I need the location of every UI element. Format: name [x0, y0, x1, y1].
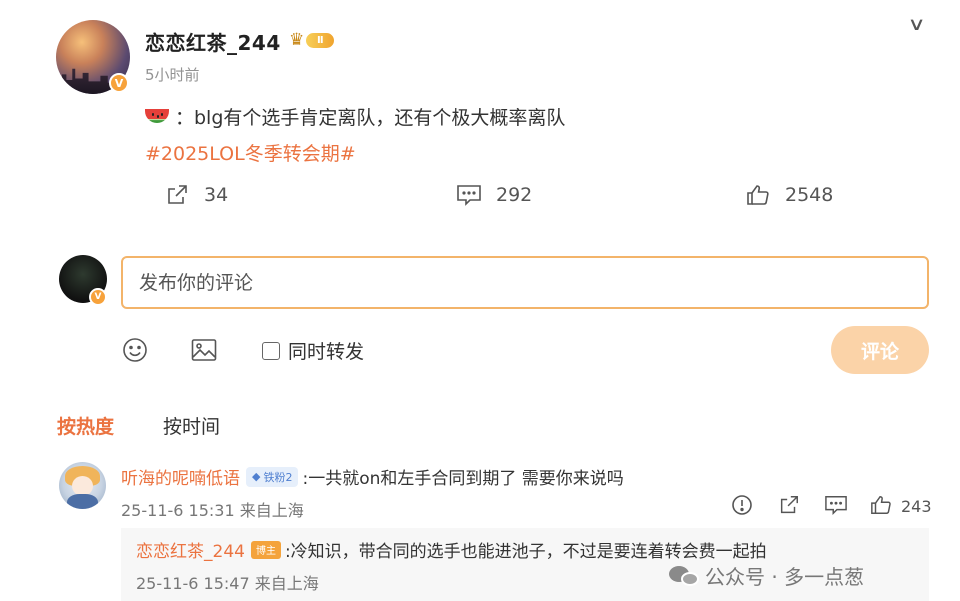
post-time: 5小时前 [145, 66, 200, 84]
comment-input[interactable] [121, 256, 929, 309]
post-text: ：blg有个选手肯定离队，还有个极大概率离队 [175, 107, 566, 129]
reply-author-name[interactable]: 恋恋红茶_244 [136, 537, 245, 562]
author-name[interactable]: 恋恋红茶_244 [145, 27, 281, 56]
reply-meta: 25-11-6 15:47 来自上海 [136, 574, 319, 593]
crown-icon: ♛ [289, 30, 305, 50]
comment-icon [825, 496, 847, 516]
thumbs-up-icon [745, 182, 771, 208]
reply-item: 恋恋红茶_244 博主 :冷知识，带合同的选手也能进池子，不过是要连着转会费一起… [136, 537, 767, 562]
verified-badge-icon: V [89, 288, 107, 306]
chevron-down-icon[interactable]: ∨ [907, 14, 925, 35]
comment-like-count: 243 [901, 497, 932, 516]
comment-button[interactable]: 292 [456, 182, 532, 208]
watermark: 公众号 · 多一点葱 [669, 561, 864, 590]
thumbs-up-icon [871, 496, 891, 514]
share-icon [164, 182, 190, 208]
comment-like-button[interactable] [870, 494, 892, 516]
report-icon [732, 495, 752, 515]
also-repost-checkbox[interactable]: 同时转发 [262, 337, 364, 364]
submit-comment-button[interactable]: 评论 [831, 326, 929, 374]
author-badge: 博主 [250, 540, 281, 559]
commenter-avatar[interactable] [59, 462, 106, 509]
comment-share-button[interactable] [778, 494, 800, 516]
checkbox-box[interactable] [262, 341, 280, 360]
diamond-icon: ◆ [252, 470, 261, 483]
fan-badge[interactable]: ◆ 铁粉2 [246, 466, 299, 487]
share-button[interactable]: 34 [164, 182, 228, 208]
emoji-button[interactable] [121, 336, 149, 364]
tab-sort-time[interactable]: 按时间 [163, 412, 220, 439]
reply-button[interactable] [824, 494, 848, 516]
share-count: 34 [204, 184, 229, 206]
smiley-icon [123, 338, 147, 362]
watermelon-emoji-icon [145, 105, 169, 129]
reply-text: :冷知识，带合同的选手也能进池子，不过是要连着转会费一起拍 [284, 542, 767, 562]
comment-icon [456, 182, 482, 208]
report-button[interactable] [731, 494, 753, 516]
comment-meta: 25-11-6 15:31 来自上海 [121, 501, 304, 520]
fan-badge-label: 铁粉2 [263, 470, 293, 484]
member-badge[interactable]: ♛ Ⅱ [289, 29, 343, 51]
comment-count: 292 [496, 184, 533, 206]
comment-text: :一共就on和左手合同到期了 需要你来说吗 [302, 469, 624, 489]
commenter-name[interactable]: 听海的呢喃低语 [121, 464, 240, 489]
share-icon [780, 496, 798, 514]
image-upload-button[interactable] [190, 336, 218, 364]
tab-sort-hot[interactable]: 按热度 [57, 412, 114, 439]
watermark-text: 公众号 · 多一点葱 [705, 565, 865, 589]
comment-item: 听海的呢喃低语 ◆ 铁粉2 :一共就on和左手合同到期了 需要你来说吗 [121, 464, 624, 489]
image-icon [191, 339, 217, 361]
hashtag-link[interactable]: #2025LOL冬季转会期# [145, 139, 356, 166]
wechat-icon [669, 564, 699, 588]
verified-badge-icon: V [109, 73, 129, 93]
like-button[interactable]: 2548 [745, 182, 833, 208]
also-repost-label: 同时转发 [288, 341, 365, 363]
post-body: ：blg有个选手肯定离队，还有个极大概率离队 [145, 103, 565, 130]
like-count: 2548 [785, 184, 834, 206]
member-level: Ⅱ [306, 32, 335, 48]
